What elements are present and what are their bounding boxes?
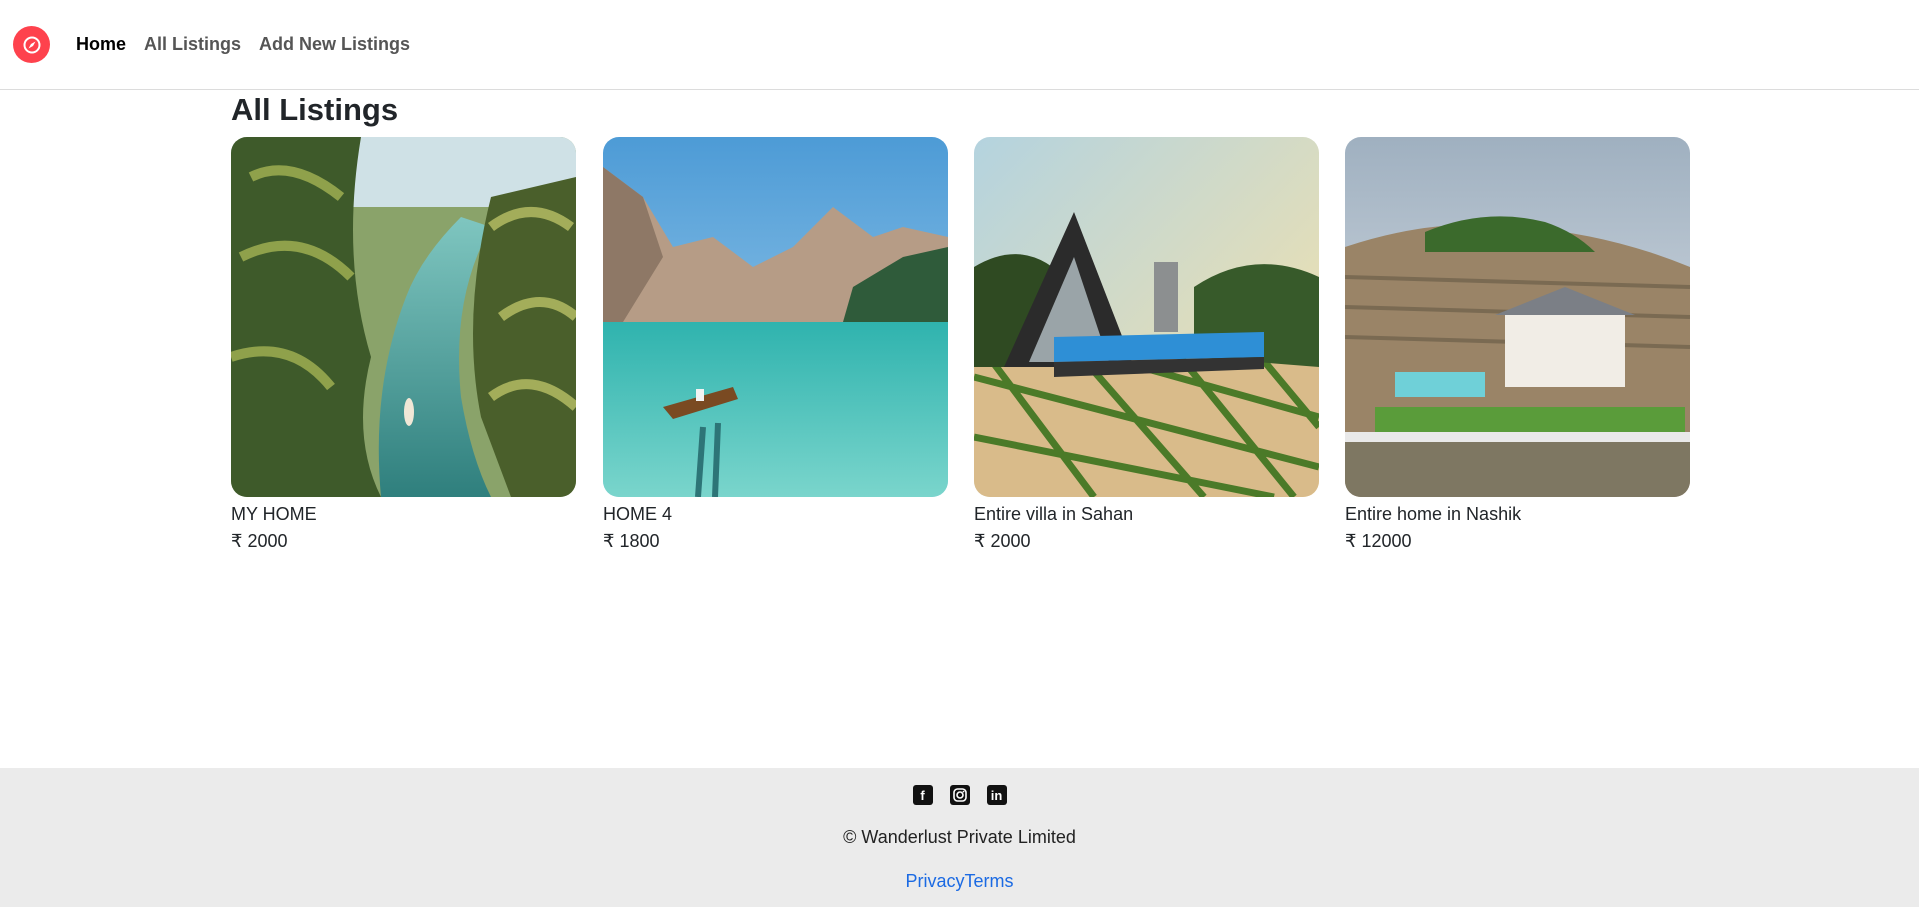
navbar: Home All Listings Add New Listings <box>0 0 1919 90</box>
listing-card[interactable]: MY HOME ₹ 2000 <box>231 137 576 555</box>
listing-title: Entire villa in Sahan <box>974 504 1134 524</box>
listing-price: ₹ 2000 <box>231 531 288 551</box>
copyright-text: © Wanderlust Private Limited <box>843 827 1076 847</box>
terms-link[interactable]: Terms <box>965 871 1014 891</box>
listing-image[interactable] <box>974 137 1319 497</box>
listing-price: ₹ 12000 <box>1345 531 1412 551</box>
listing-title: MY HOME <box>231 504 317 524</box>
listing-image[interactable] <box>1345 137 1690 497</box>
listing-image[interactable] <box>603 137 948 497</box>
listing-price: ₹ 2000 <box>974 531 1031 551</box>
footer: f in © Wanderlust Private Limited Privac… <box>0 768 1919 907</box>
instagram-icon[interactable] <box>949 785 970 805</box>
nav-all-listings-link[interactable]: All Listings <box>144 34 241 55</box>
linkedin-icon[interactable]: in <box>986 785 1007 805</box>
listing-card[interactable]: Entire villa in Sahan ₹ 2000 <box>974 137 1319 555</box>
facebook-icon[interactable]: f <box>912 785 933 805</box>
listing-image[interactable] <box>231 137 576 497</box>
privacy-link[interactable]: Privacy <box>905 871 964 891</box>
social-links: f in <box>0 785 1919 805</box>
compass-icon[interactable] <box>13 26 50 63</box>
nav-home-link[interactable]: Home <box>76 34 126 55</box>
page-title: All Listings <box>231 92 399 127</box>
listing-title: HOME 4 <box>603 504 673 524</box>
footer-links: PrivacyTerms <box>0 871 1919 892</box>
listing-card[interactable]: Entire home in Nashik ₹ 12000 <box>1345 137 1690 555</box>
listing-card[interactable]: HOME 4 ₹ 1800 <box>603 137 948 555</box>
listing-price: ₹ 1800 <box>603 531 660 551</box>
nav-add-listing-link[interactable]: Add New Listings <box>259 34 410 55</box>
listing-title: Entire home in Nashik <box>1345 504 1522 524</box>
